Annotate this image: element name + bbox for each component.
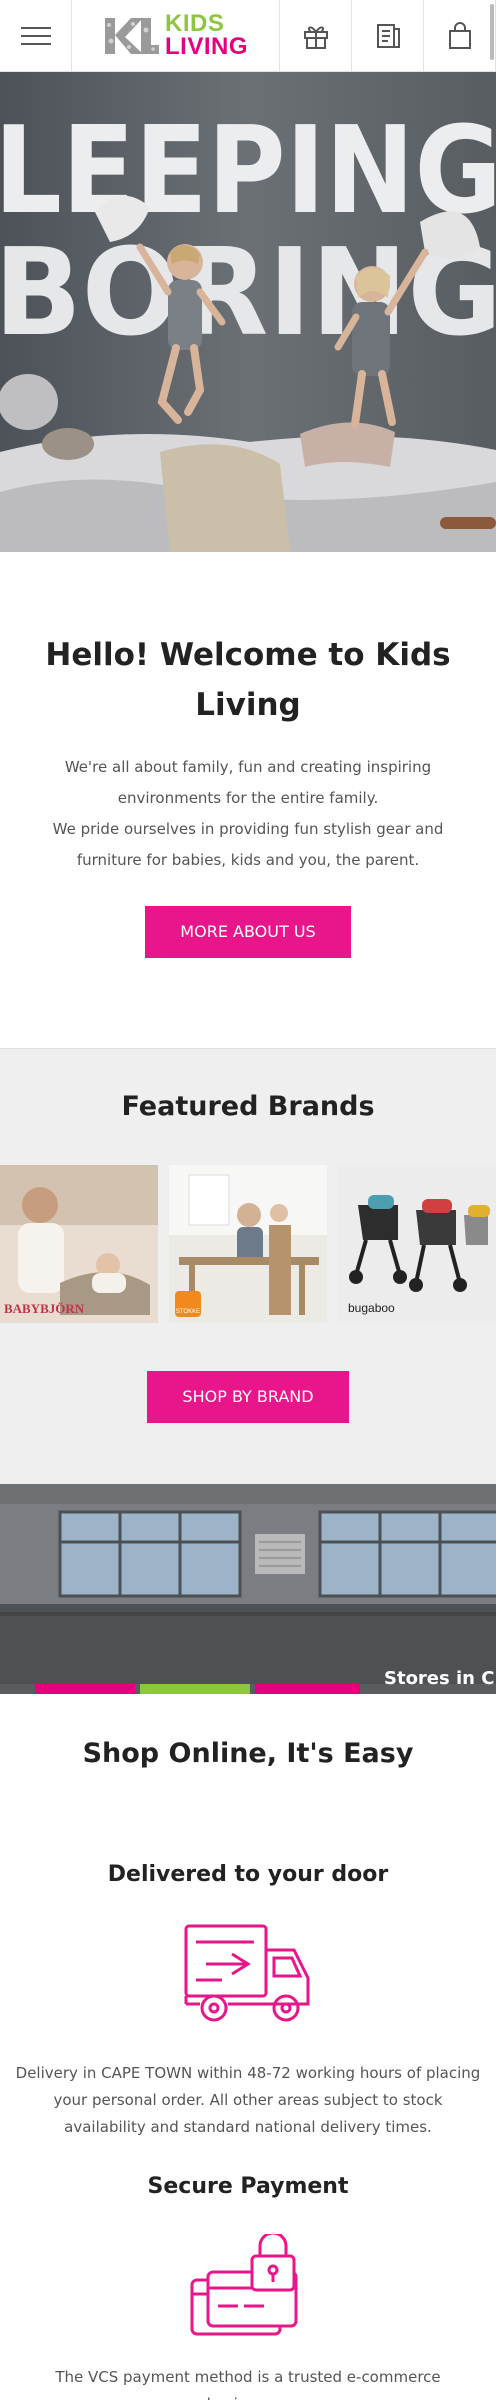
shopping-bag-icon — [448, 22, 471, 49]
feature-title-delivery: Delivered to your door — [107, 1862, 389, 1887]
feature-text-delivery: Delivery in CAPE TOWN within 48-72 worki… — [15, 2064, 481, 2136]
logo-word-living: LIVING — [164, 33, 248, 60]
more-about-us-button[interactable]: MORE ABOUT US — [145, 906, 351, 958]
welcome-paragraph-2: We pride ourselves in providing fun styl… — [52, 820, 444, 869]
hamburger-menu-icon — [20, 21, 51, 51]
wishlist-button[interactable] — [352, 0, 424, 72]
kl-logo-mark-icon — [102, 15, 161, 57]
menu-button[interactable] — [0, 0, 72, 72]
brand-card-babybjorn[interactable]: BABYBJÖRN — [0, 1165, 158, 1323]
site-header: KIDS LIVING — [0, 0, 496, 72]
hero-banner[interactable]: LEEPING BORING — [0, 72, 496, 552]
welcome-title: Hello! Welcome to Kids Living — [45, 637, 451, 723]
brand-label-bugaboo: bugaboo — [348, 1301, 395, 1315]
stores-banner[interactable]: Stores in C — [0, 1484, 496, 1694]
welcome-section: Hello! Welcome to Kids Living We're all … — [0, 552, 496, 1048]
delivery-truck-icon — [184, 1924, 310, 2022]
featured-brands-title: Featured Brands — [121, 1091, 375, 1122]
gift-icon — [303, 26, 328, 49]
page-scrollbar[interactable] — [490, 4, 494, 60]
hero-pillow — [300, 422, 395, 467]
cart-button[interactable] — [424, 0, 496, 72]
shop-by-brand-button[interactable]: SHOP BY BRAND — [147, 1371, 349, 1423]
secure-payment-icon — [190, 2234, 298, 2336]
stores-caption: Stores in C — [384, 1668, 495, 1689]
brand-card-stokke[interactable]: STOKKE — [169, 1165, 327, 1323]
hero-text-line2: BORING — [0, 224, 496, 363]
welcome-paragraph-1: We're all about family, fun and creating… — [64, 758, 432, 807]
brand-card-bugaboo[interactable]: bugaboo — [338, 1165, 496, 1323]
brand-label-stokke: STOKKE — [175, 1309, 201, 1315]
site-logo[interactable]: KIDS LIVING — [72, 0, 280, 72]
shop-online-section: Shop Online, It's Easy Delivered to your… — [0, 1694, 496, 2400]
store-vent — [255, 1534, 305, 1574]
hero-text-line1: LEEPING — [0, 102, 496, 241]
feature-title-secure-payment: Secure Payment — [147, 2174, 349, 2199]
brand-label-babybjorn: BABYBJÖRN — [4, 1301, 85, 1316]
shop-online-title: Shop Online, It's Easy — [82, 1738, 414, 1769]
hero-knit-blanket — [160, 444, 290, 552]
brand-carousel[interactable]: BABYBJÖRN STOKKE bugaboo — [0, 1165, 496, 1323]
featured-brands-section: Featured Brands BABYBJÖRN STOKKE bugaboo… — [0, 1048, 496, 1484]
gift-button[interactable] — [280, 0, 352, 72]
feature-text-secure-payment: The VCS payment method is a trusted e-co… — [55, 2368, 441, 2400]
wishlist-icon — [376, 24, 400, 48]
